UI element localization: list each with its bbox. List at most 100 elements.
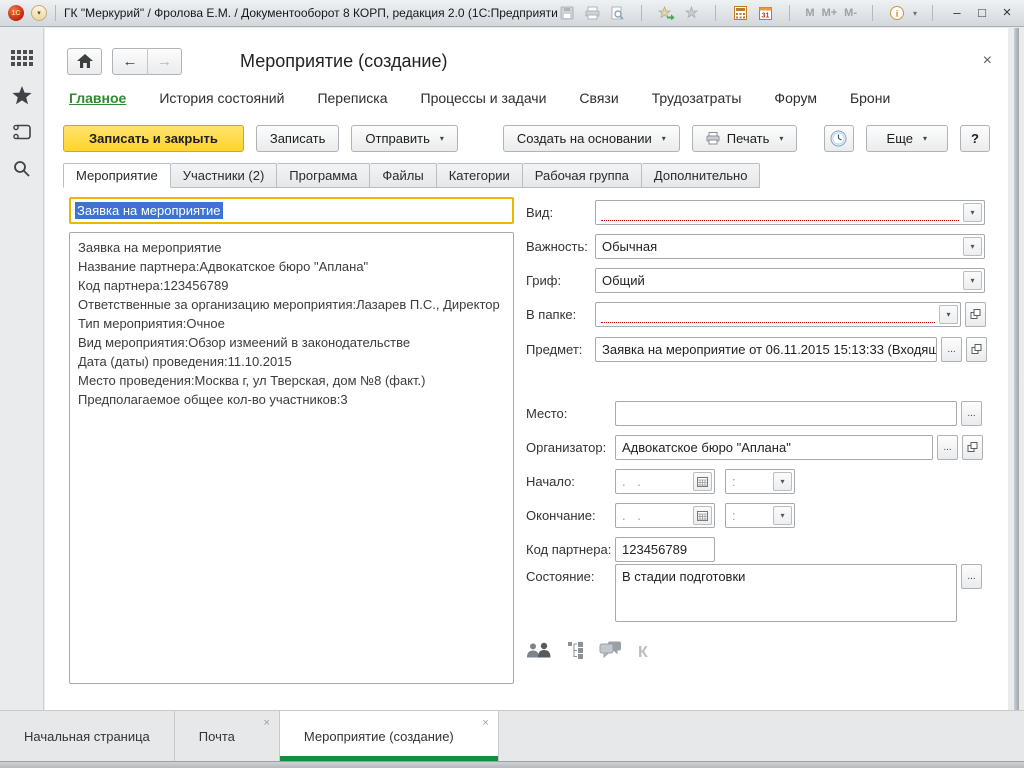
importance-combobox[interactable]: Обычная ▾ (595, 234, 985, 259)
nav-processy-i-zadachi[interactable]: Процессы и задачи (421, 90, 547, 106)
organizer-field[interactable]: Адвокатское бюро "Аплана" (615, 435, 933, 460)
send-button[interactable]: Отправить▾ (351, 125, 457, 152)
folder-combobox[interactable]: ▾ (595, 302, 961, 327)
start-label: Начало: (526, 469, 615, 494)
calculator-icon[interactable] (731, 4, 749, 22)
save-button[interactable]: Записать (256, 125, 340, 152)
nav-svyazi[interactable]: Связи (579, 90, 618, 106)
tab-pochta[interactable]: Почта × (175, 711, 280, 761)
print-button[interactable]: Печать▾ (692, 125, 798, 152)
memory-m-plus-button[interactable]: M+ (822, 7, 838, 19)
dropdown-icon[interactable]: ▾ (773, 506, 792, 525)
nav-trudozatraty[interactable]: Трудозатраты (652, 90, 742, 106)
description-line: Тип мероприятия:Очное (78, 314, 505, 333)
state-textarea[interactable]: В стадии подготовки (615, 564, 957, 622)
nav-perepiska[interactable]: Переписка (317, 90, 387, 106)
tab-close-icon[interactable]: × (482, 718, 488, 729)
tab-kategorii[interactable]: Категории (437, 163, 523, 188)
nav-istoriya-sostoyaniy[interactable]: История состояний (159, 90, 284, 106)
dropdown-icon: ▾ (923, 134, 927, 143)
search-icon[interactable] (10, 159, 34, 179)
calendar-icon[interactable]: 31 (756, 4, 774, 22)
tab-dopolnitelno[interactable]: Дополнительно (642, 163, 761, 188)
sections-menu-icon[interactable] (10, 48, 34, 68)
favorites-star-icon[interactable] (10, 85, 34, 105)
save-icon[interactable] (558, 4, 576, 22)
end-time-combobox[interactable]: : ▾ (725, 503, 795, 528)
window-close-button[interactable]: × (998, 4, 1016, 22)
reminder-clock-button[interactable] (824, 125, 854, 152)
maximize-button[interactable]: □ (973, 4, 991, 22)
help-button[interactable]: ? (960, 125, 990, 152)
k-category-icon[interactable]: К (638, 644, 648, 662)
organizer-open-button[interactable] (962, 435, 983, 460)
place-field[interactable] (615, 401, 957, 426)
dropdown-icon[interactable]: ▾ (963, 271, 982, 290)
tab-uchastniki[interactable]: Участники (2) (171, 163, 278, 188)
tab-nachalnaya-stranitsa[interactable]: Начальная страница (0, 711, 175, 761)
event-description-textarea[interactable]: Заявка на мероприятие Название партнера:… (69, 232, 514, 684)
date-picker-icon[interactable] (693, 472, 712, 491)
create-from-button[interactable]: Создать на основании▾ (503, 125, 680, 152)
type-combobox[interactable]: ▾ (595, 200, 985, 225)
home-button[interactable] (67, 48, 102, 75)
date-picker-icon[interactable] (693, 506, 712, 525)
forum-chat-icon[interactable] (599, 641, 623, 664)
dropdown-icon[interactable]: ▾ (963, 203, 982, 222)
process-structure-icon[interactable] (568, 642, 584, 664)
tab-fayly[interactable]: Файлы (370, 163, 436, 188)
nav-broni[interactable]: Брони (850, 90, 890, 106)
subject-select-button[interactable]: ... (941, 337, 962, 362)
tab-programma[interactable]: Программа (277, 163, 370, 188)
forward-button[interactable]: → (147, 48, 181, 75)
form-footer-icons: К (526, 641, 648, 664)
end-date-input[interactable]: . . (615, 503, 715, 528)
event-form-panel: ← → Мероприятие (создание) × Главное Ист… (45, 28, 1008, 710)
dropdown-icon[interactable]: ▾ (773, 472, 792, 491)
form-tabstrip: Мероприятие Участники (2) Программа Файл… (63, 163, 760, 188)
subject-open-button[interactable] (966, 337, 987, 362)
info-dropdown-icon[interactable]: ▾ (913, 9, 917, 18)
description-line: Место проведения:Москва г, ул Тверская, … (78, 371, 505, 390)
dropdown-icon[interactable]: ▾ (963, 237, 982, 256)
memory-m-button[interactable]: M (805, 7, 814, 19)
divider (641, 5, 642, 21)
partner-code-input[interactable]: 123456789 (615, 537, 715, 562)
system-menu-button[interactable]: ▾ (31, 5, 47, 21)
save-and-close-button[interactable]: Записать и закрыть (63, 125, 244, 152)
tab-close-icon[interactable]: × (263, 718, 269, 729)
participants-icon[interactable] (526, 642, 553, 664)
start-date-input[interactable]: . . (615, 469, 715, 494)
print-preview-icon[interactable] (608, 4, 626, 22)
dropdown-icon[interactable]: ▾ (939, 305, 958, 324)
importance-label: Важность: (526, 234, 595, 259)
place-select-button[interactable]: ... (961, 401, 982, 426)
minimize-button[interactable]: – (948, 4, 966, 22)
nav-forum[interactable]: Форум (774, 90, 817, 106)
tab-rabochaya-gruppa[interactable]: Рабочая группа (523, 163, 642, 188)
back-button[interactable]: ← (113, 48, 147, 75)
info-icon[interactable]: i (888, 4, 906, 22)
organizer-select-button[interactable]: ... (937, 435, 958, 460)
print-icon[interactable] (583, 4, 601, 22)
grif-combobox[interactable]: Общий ▾ (595, 268, 985, 293)
memory-m-minus-button[interactable]: M- (844, 7, 857, 19)
tab-meropriyatie[interactable]: Мероприятие (63, 163, 171, 188)
add-favorite-icon[interactable] (657, 4, 675, 22)
tab-meropriyatie-sozdanie[interactable]: Мероприятие (создание) × (280, 711, 499, 761)
event-name-input[interactable]: Заявка на мероприятие (69, 197, 514, 224)
subject-field[interactable]: Заявка на мероприятие от 06.11.2015 15:1… (595, 337, 937, 362)
favorites-icon[interactable] (682, 4, 700, 22)
form-close-icon[interactable]: × (983, 53, 992, 69)
more-button[interactable]: Еще▾ (866, 125, 948, 152)
history-icon[interactable] (10, 122, 34, 142)
nav-glavnoe[interactable]: Главное (69, 90, 126, 106)
description-line: Название партнера:Адвокатское бюро "Апла… (78, 257, 505, 276)
folder-label: В папке: (526, 302, 595, 327)
start-time-combobox[interactable]: : ▾ (725, 469, 795, 494)
state-select-button[interactable]: ... (961, 564, 982, 589)
required-marker (601, 322, 935, 323)
folder-open-button[interactable] (965, 302, 986, 327)
open-windows-tabbar: Начальная страница Почта × Мероприятие (… (0, 710, 1024, 761)
status-bar (0, 761, 1024, 768)
